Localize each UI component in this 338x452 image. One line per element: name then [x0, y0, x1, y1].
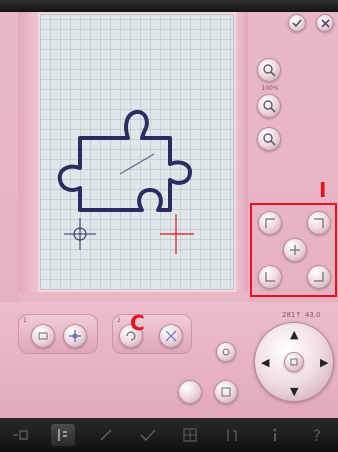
close-icon [320, 18, 330, 28]
position-readout: 281↑ 43.0 [282, 311, 321, 319]
pencil-icon[interactable] [94, 424, 118, 446]
arrow-left-icon[interactable]: ◀ [261, 357, 269, 368]
zoom-out-icon [263, 133, 276, 146]
bottom-right-corner-icon [314, 272, 324, 282]
cancel-button[interactable] [316, 14, 334, 32]
top-right-corner-icon [314, 218, 324, 228]
corner-crosshair [160, 214, 194, 254]
check-mark-icon[interactable] [136, 424, 160, 446]
info-icon[interactable] [263, 424, 287, 446]
move-to-bottom-left-corner-button[interactable] [258, 265, 282, 289]
top-bar [0, 0, 338, 12]
taskbar: ? [0, 418, 338, 452]
direction-wheel[interactable]: ▲ ▼ ◀ ▶ [254, 322, 334, 402]
tool-group-1: 1 [18, 314, 98, 354]
top-left-corner-icon [265, 218, 275, 228]
sew-mode-icon[interactable] [9, 424, 33, 446]
zoom-fit-icon [263, 100, 276, 113]
arrow-down-icon[interactable]: ▼ [290, 386, 298, 397]
arrow-right-icon[interactable]: ▶ [320, 357, 328, 368]
edit-mode-icon[interactable] [51, 424, 76, 446]
resize-icon [165, 330, 177, 342]
resize-design-button[interactable] [159, 324, 183, 348]
center-icon [222, 348, 230, 356]
move-design-button[interactable] [31, 324, 55, 348]
zoom-level-label: 100% [261, 85, 279, 92]
zoom-out-button[interactable] [257, 127, 281, 151]
center-dot-icon [290, 358, 298, 366]
center-design-button[interactable] [216, 342, 236, 362]
help-icon[interactable]: ? [305, 424, 329, 446]
park-button[interactable] [214, 380, 238, 404]
move-to-top-left-corner-button[interactable] [258, 211, 282, 235]
center-crosshair-icon [290, 245, 300, 255]
park-icon [221, 387, 231, 397]
puzzle-piece-design[interactable] [57, 109, 192, 212]
arrow-up-icon[interactable]: ▲ [290, 329, 298, 340]
grid-icon[interactable] [178, 424, 202, 446]
pan-design-button[interactable] [63, 324, 87, 348]
zoom-fit-button[interactable] [257, 94, 281, 118]
zoom-in-icon [263, 64, 276, 77]
hoop-frame-right [236, 12, 248, 292]
hoop-frame-left [18, 12, 38, 292]
move-design-icon [38, 332, 48, 340]
tool-group-2-number: 2 [117, 317, 121, 324]
move-to-bottom-right-corner-button[interactable] [307, 265, 331, 289]
zoom-in-button[interactable] [257, 58, 281, 82]
move-to-top-right-corner-button[interactable] [307, 211, 331, 235]
blank-round-button[interactable] [178, 380, 202, 404]
start-crosshair [64, 218, 96, 250]
annotation-label-i: I [319, 178, 327, 202]
stitch-sequence-icon[interactable] [220, 424, 244, 446]
move-to-center-button[interactable] [283, 238, 307, 262]
confirm-button[interactable] [288, 14, 306, 32]
tool-group-2: 2 [112, 314, 192, 354]
wheel-center-button[interactable] [284, 352, 304, 372]
tool-group-1-number: 1 [23, 317, 27, 324]
design-canvas [57, 109, 194, 254]
bottom-left-corner-icon [265, 272, 275, 282]
check-icon [292, 19, 302, 28]
corner-move-group [250, 203, 337, 297]
move-arrows-icon [69, 330, 81, 342]
design-diagonal-line [119, 153, 155, 175]
embroidery-hoop-area[interactable] [38, 12, 236, 292]
annotation-label-c: C [130, 311, 145, 335]
